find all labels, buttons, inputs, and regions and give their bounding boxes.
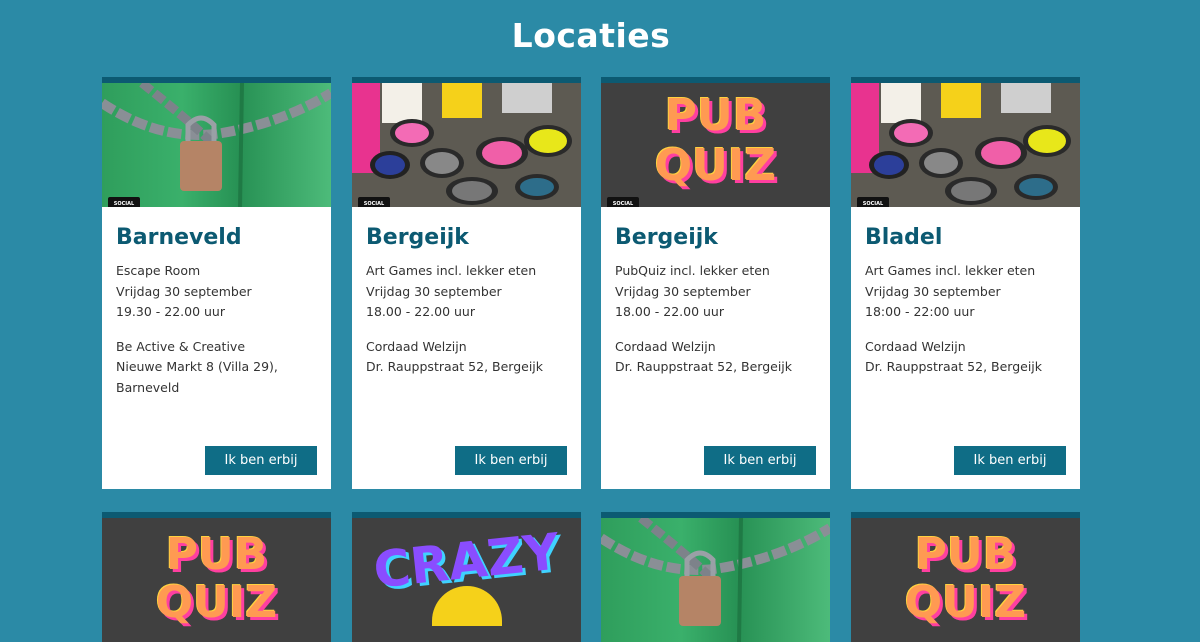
card-activity: Art Games incl. lekker eten <box>865 263 1036 278</box>
card-address: Dr. Rauppstraat 52, Bergeijk <box>615 359 793 374</box>
card-address: Dr. Rauppstraat 52, Bergeijk <box>865 359 1043 374</box>
location-card: SOCIAL FRIDAY Bergeijk Art Games incl. l… <box>352 77 581 489</box>
card-time: 18.00 - 22.00 uur <box>366 304 475 319</box>
card-date: Vrijdag 30 september <box>366 283 502 299</box>
location-card: SOCIAL FRIDAY Barneveld Escape Room Vrij… <box>102 77 331 489</box>
card-address: Dr. Rauppstraat 52, Bergeijk <box>366 359 544 374</box>
card-date: Vrijdag 30 september <box>865 283 1001 299</box>
card-activity: Art Games incl. lekker eten <box>366 263 537 278</box>
card-venue: Cordaad Welzijn <box>615 338 716 354</box>
crazy-image: CRAZY <box>352 518 581 642</box>
pub-quiz-image: PUB QUIZ <box>851 518 1080 642</box>
pub-quiz-image: PUB QUIZ SOCIAL FRIDAY <box>601 83 830 207</box>
pub-quiz-line2: QUIZ <box>155 577 278 628</box>
paint-pots-image: SOCIAL FRIDAY <box>851 83 1080 207</box>
card-time: 18.00 - 22.00 uur <box>615 304 724 319</box>
pub-quiz-line1: PUB <box>165 529 268 580</box>
card-venue: Be Active & Creative <box>116 338 246 354</box>
card-city: Bladel <box>865 225 943 250</box>
pub-quiz-line1: PUB <box>914 529 1017 580</box>
social-friday-badge: SOCIAL FRIDAY <box>857 197 889 207</box>
page-title: Locaties <box>511 16 671 55</box>
location-card: CRAZY <box>352 512 581 642</box>
location-card: PUB QUIZ <box>851 512 1080 642</box>
social-friday-badge: SOCIAL FRIDAY <box>358 197 390 207</box>
location-card <box>601 512 830 642</box>
pub-quiz-line2: QUIZ <box>654 140 777 191</box>
card-city: Barneveld <box>116 225 242 250</box>
padlock-chain-image: SOCIAL FRIDAY <box>102 83 331 207</box>
card-activity: Escape Room <box>116 263 201 278</box>
card-venue: Cordaad Welzijn <box>366 338 467 354</box>
padlock-chain-image <box>601 518 830 642</box>
join-button[interactable]: Ik ben erbij <box>954 446 1066 475</box>
pub-quiz-line2: QUIZ <box>904 577 1027 628</box>
pub-quiz-image: PUB QUIZ <box>102 518 331 642</box>
card-time: 18:00 - 22:00 uur <box>865 304 975 319</box>
card-address: Nieuwe Markt 8 (Villa 29), <box>116 359 278 374</box>
card-city: Bergeijk <box>615 225 718 250</box>
join-button[interactable]: Ik ben erbij <box>704 446 816 475</box>
pub-quiz-line1: PUB <box>664 90 767 141</box>
social-friday-badge: SOCIAL FRIDAY <box>607 197 639 207</box>
card-time: 19.30 - 22.00 uur <box>116 304 225 319</box>
paint-pots-image: SOCIAL FRIDAY <box>352 83 581 207</box>
card-date: Vrijdag 30 september <box>116 283 252 299</box>
join-button[interactable]: Ik ben erbij <box>205 446 317 475</box>
card-date: Vrijdag 30 september <box>615 283 751 299</box>
location-card: PUB QUIZ <box>102 512 331 642</box>
card-city: Bergeijk <box>366 225 469 250</box>
card-address: Barneveld <box>116 379 180 395</box>
join-button[interactable]: Ik ben erbij <box>455 446 567 475</box>
location-card: PUB QUIZ SOCIAL FRIDAY Bergeijk PubQuiz … <box>601 77 830 489</box>
social-friday-badge: SOCIAL FRIDAY <box>108 197 140 207</box>
card-activity: PubQuiz incl. lekker eten <box>615 263 770 278</box>
card-venue: Cordaad Welzijn <box>865 338 966 354</box>
location-card: SOCIAL FRIDAY Bladel Art Games incl. lek… <box>851 77 1080 489</box>
